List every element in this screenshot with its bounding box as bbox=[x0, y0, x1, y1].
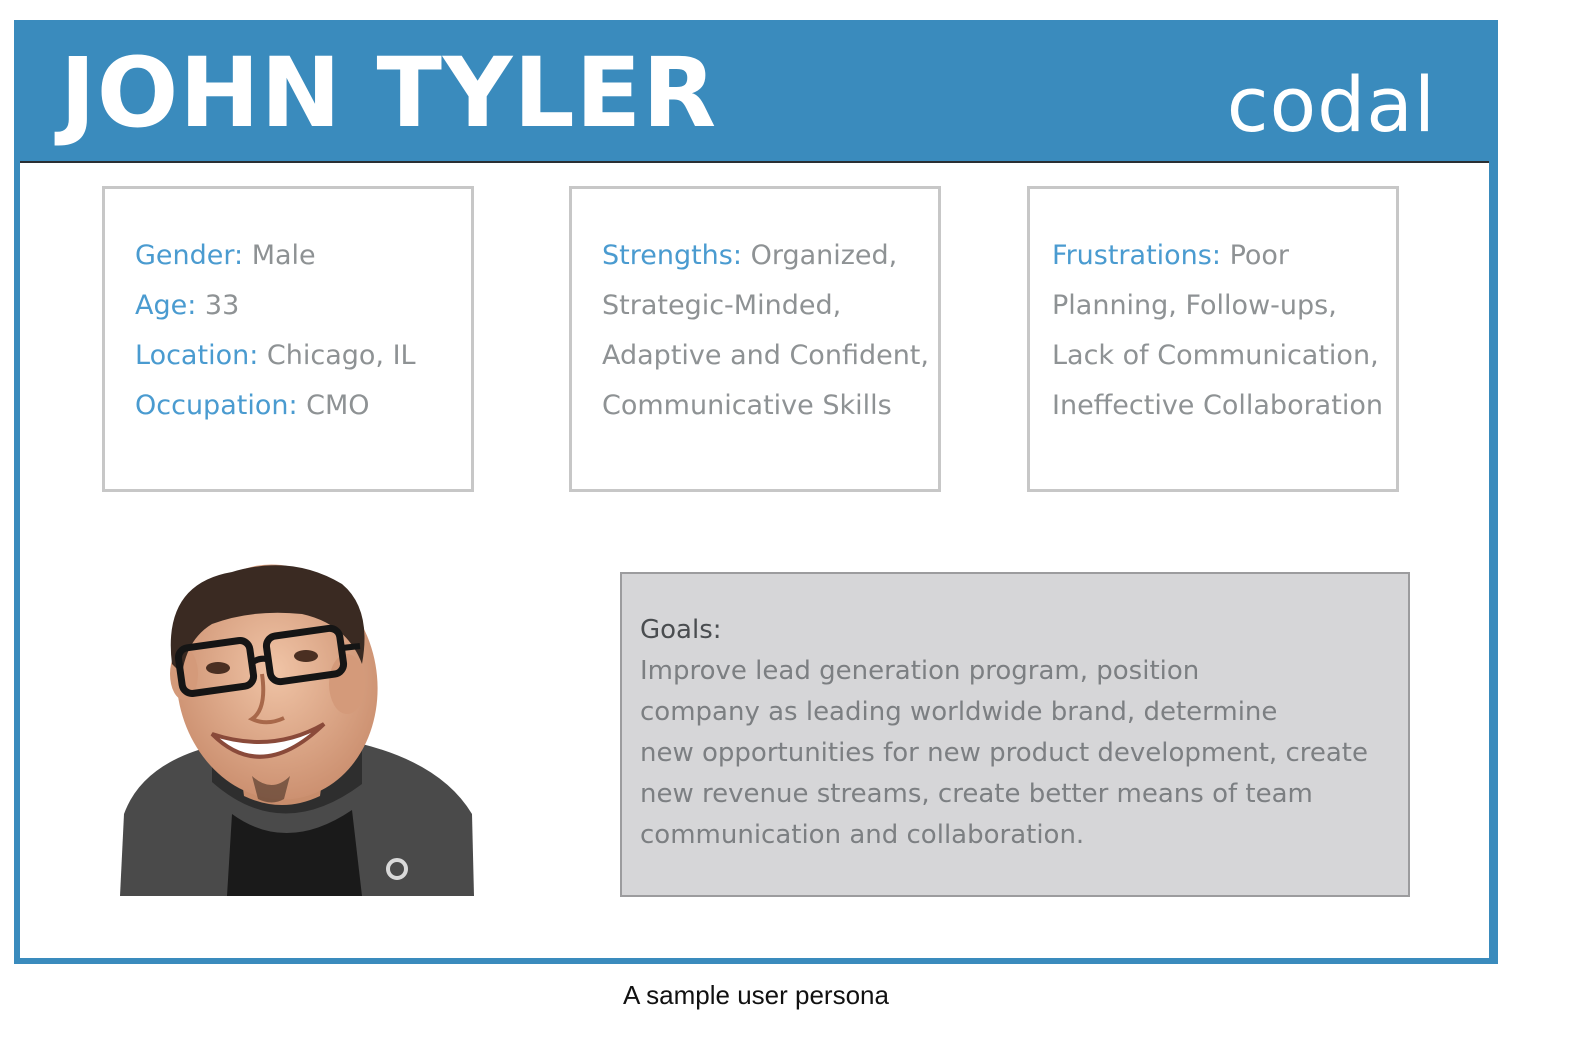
strengths-line-4: Communicative Skills bbox=[602, 390, 892, 421]
frustrations-box: Frustrations: Poor Planning, Follow-ups,… bbox=[1027, 186, 1399, 492]
goals-body: Improve lead generation program, positio… bbox=[640, 656, 1368, 850]
strengths-row-1: Strengths: Organized, bbox=[602, 231, 938, 281]
goals-title: Goals: bbox=[640, 615, 722, 645]
persona-portrait-icon bbox=[62, 514, 474, 896]
persona-name: JOHN TYLER bbox=[60, 37, 718, 149]
demographics-box: Gender: Male Age: 33 Location: Chicago, … bbox=[102, 186, 474, 492]
frustrations-line-2: Planning, Follow-ups, bbox=[1052, 290, 1337, 321]
frustrations-row-1: Frustrations: Poor bbox=[1052, 231, 1396, 281]
location-value: Chicago, IL bbox=[266, 340, 416, 371]
strengths-box: Strengths: Organized, Strategic-Minded, … bbox=[569, 186, 941, 492]
goals-box: Goals: Improve lead generation program, … bbox=[620, 572, 1410, 897]
persona-photo bbox=[62, 514, 474, 896]
occupation-value: CMO bbox=[306, 390, 370, 421]
strengths-line-2: Strategic-Minded, bbox=[602, 290, 842, 321]
gender-row: Gender: Male bbox=[135, 231, 471, 281]
strengths-label: Strengths: bbox=[602, 240, 742, 271]
age-label: Age: bbox=[135, 290, 197, 321]
frustrations-line-4: Ineffective Collaboration bbox=[1052, 390, 1383, 421]
gender-label: Gender: bbox=[135, 240, 244, 271]
location-row: Location: Chicago, IL bbox=[135, 331, 471, 381]
age-value: 33 bbox=[204, 290, 240, 321]
brand-logo: codal bbox=[1226, 60, 1436, 149]
strengths-line-3: Adaptive and Confident, bbox=[602, 340, 929, 371]
occupation-label: Occupation: bbox=[135, 390, 298, 421]
location-label: Location: bbox=[135, 340, 259, 371]
strengths-line-1: Organized, bbox=[750, 240, 898, 271]
occupation-row: Occupation: CMO bbox=[135, 381, 471, 431]
figure-caption: A sample user persona bbox=[623, 980, 889, 1010]
frustrations-line-3: Lack of Communication, bbox=[1052, 340, 1379, 371]
frustrations-line-1: Poor bbox=[1229, 240, 1290, 271]
frustrations-label: Frustrations: bbox=[1052, 240, 1221, 271]
age-row: Age: 33 bbox=[135, 281, 471, 331]
gender-value: Male bbox=[251, 240, 316, 271]
